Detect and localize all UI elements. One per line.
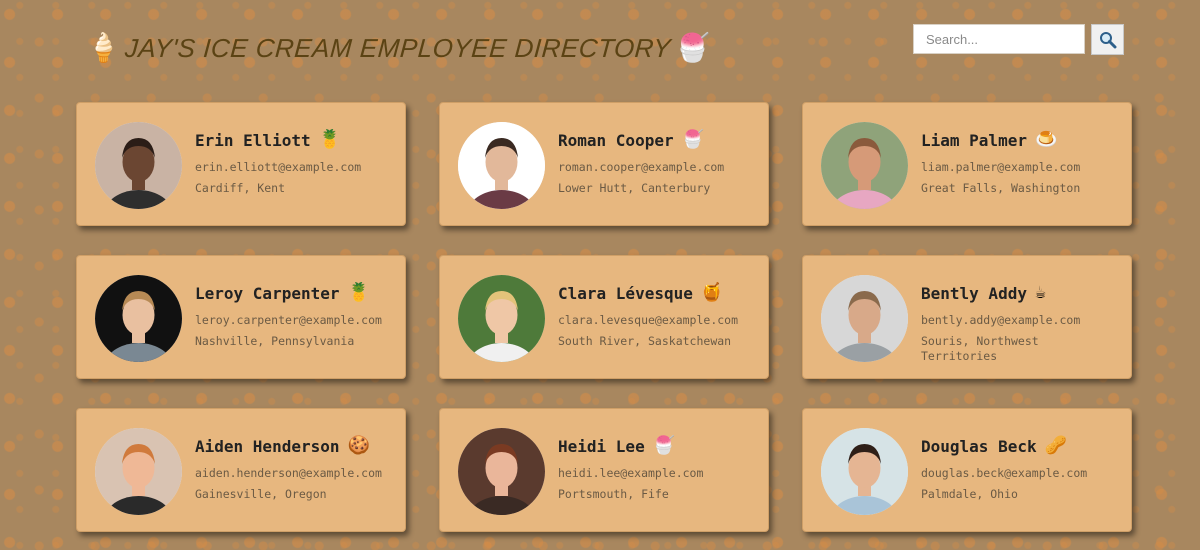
avatar (95, 275, 182, 362)
employee-name-row: Erin Elliott 🍍 (195, 126, 405, 154)
employee-name-row: Bently Addy ☕ (921, 279, 1131, 307)
employee-card[interactable]: Erin Elliott 🍍 erin.elliott@example.com Car… (76, 102, 406, 226)
search-button[interactable] (1091, 24, 1124, 55)
employee-info: Douglas Beck 🥜 douglas.beck@example.com Pal… (921, 432, 1131, 502)
shaved-ice-icon: 🍧 (675, 32, 711, 63)
avatar (458, 275, 545, 362)
employee-email[interactable]: douglas.beck@example.com (921, 466, 1131, 481)
employee-name: Bently Addy (921, 283, 1027, 303)
employee-name: Aiden Henderson (195, 436, 340, 456)
avatar (821, 275, 908, 362)
employee-email[interactable]: aiden.henderson@example.com (195, 466, 405, 481)
employee-name-row: Leroy Carpenter 🍍 (195, 279, 405, 307)
employee-location: Palmdale, Ohio (921, 487, 1018, 501)
employee-name: Heidi Lee (558, 436, 645, 456)
employee-card[interactable]: Heidi Lee 🍧 heidi.lee@example.com Portsmout… (439, 408, 769, 532)
employee-email[interactable]: heidi.lee@example.com (558, 466, 768, 481)
employee-card[interactable]: Douglas Beck 🥜 douglas.beck@example.com Pal… (802, 408, 1132, 532)
employee-name-row: Aiden Henderson 🍪 (195, 432, 405, 460)
employee-name: Leroy Carpenter (195, 283, 340, 303)
employee-name: Erin Elliott (195, 130, 311, 150)
employee-email[interactable]: roman.cooper@example.com (558, 160, 768, 175)
employee-location: Nashville, Pennsylvania (195, 334, 355, 348)
avatar (821, 428, 908, 515)
employee-location: Lower Hutt, Canterbury (558, 181, 711, 195)
employee-email[interactable]: erin.elliott@example.com (195, 160, 405, 175)
employee-email[interactable]: bently.addy@example.com (921, 313, 1131, 328)
avatar (458, 428, 545, 515)
search-bar (913, 24, 1124, 55)
employee-email[interactable]: liam.palmer@example.com (921, 160, 1131, 175)
employee-email[interactable]: leroy.carpenter@example.com (195, 313, 405, 328)
employee-info: Aiden Henderson 🍪 aiden.henderson@example.… (195, 432, 405, 502)
magnifying-glass-icon (1099, 31, 1116, 48)
employee-card[interactable]: Bently Addy ☕ bently.addy@example.com Souri… (802, 255, 1132, 379)
employee-info: Clara Lévesque 🍯 clara.levesque@example.co… (558, 279, 768, 349)
employee-info: Liam Palmer 🍮 liam.palmer@example.com Great… (921, 126, 1131, 196)
employee-card[interactable]: Clara Lévesque 🍯 clara.levesque@example.co… (439, 255, 769, 379)
employee-card[interactable]: Aiden Henderson 🍪 aiden.henderson@example.… (76, 408, 406, 532)
avatar (821, 122, 908, 209)
peanuts-icon: 🥜 (1044, 435, 1068, 456)
employee-card[interactable]: Liam Palmer 🍮 liam.palmer@example.com Great… (802, 102, 1132, 226)
search-input[interactable] (913, 24, 1085, 54)
page-header: 🍦 JAY'S ICE CREAM EMPLOYEE DIRECTORY 🍧 (0, 0, 1200, 95)
avatar (95, 428, 182, 515)
employee-location: Cardiff, Kent (195, 181, 286, 195)
employee-location: Gainesville, Oregon (195, 487, 327, 501)
employee-name: Clara Lévesque (558, 283, 693, 303)
employee-name-row: Clara Lévesque 🍯 (558, 279, 768, 307)
employee-location: South River, Saskatchewan (558, 334, 732, 348)
employee-name-row: Roman Cooper 🍧 (558, 126, 768, 154)
shaved-ice-icon: 🍧 (652, 435, 676, 456)
employee-info: Leroy Carpenter 🍍 leroy.carpenter@example.… (195, 279, 405, 349)
employee-location: Portsmouth, Fife (558, 487, 669, 501)
avatar (95, 122, 182, 209)
pineapple-icon: 🍍 (347, 282, 370, 303)
employee-location: Souris, Northwest Territories (921, 334, 1039, 363)
employee-info: Roman Cooper 🍧 roman.cooper@example.com Low… (558, 126, 768, 196)
custard-icon: 🍮 (1034, 129, 1058, 150)
avatar (458, 122, 545, 209)
employee-grid: Erin Elliott 🍍 erin.elliott@example.com Car… (76, 102, 1136, 532)
hot-beverage-icon: ☕ (1034, 282, 1046, 303)
employee-name: Liam Palmer (921, 130, 1027, 150)
page-title: 🍦 JAY'S ICE CREAM EMPLOYEE DIRECTORY 🍧 (86, 26, 711, 70)
pineapple-icon: 🍍 (318, 129, 342, 150)
cookie-icon: 🍪 (347, 435, 370, 456)
page-title-text: JAY'S ICE CREAM EMPLOYEE DIRECTORY (124, 32, 673, 63)
employee-name-row: Heidi Lee 🍧 (558, 432, 768, 460)
soft-serve-cone-icon: 🍦 (86, 32, 122, 63)
shaved-ice-icon: 🍧 (681, 129, 705, 150)
employee-name-row: Liam Palmer 🍮 (921, 126, 1131, 154)
employee-name: Douglas Beck (921, 436, 1037, 456)
employee-name: Roman Cooper (558, 130, 674, 150)
employee-location: Great Falls, Washington (921, 181, 1081, 195)
honey-pot-icon: 🍯 (700, 282, 724, 303)
employee-info: Bently Addy ☕ bently.addy@example.com Souri… (921, 279, 1131, 364)
employee-email[interactable]: clara.levesque@example.com (558, 313, 768, 328)
employee-name-row: Douglas Beck 🥜 (921, 432, 1131, 460)
employee-info: Heidi Lee 🍧 heidi.lee@example.com Portsmout… (558, 432, 768, 502)
employee-info: Erin Elliott 🍍 erin.elliott@example.com Car… (195, 126, 405, 196)
employee-card[interactable]: Roman Cooper 🍧 roman.cooper@example.com Low… (439, 102, 769, 226)
employee-card[interactable]: Leroy Carpenter 🍍 leroy.carpenter@example.… (76, 255, 406, 379)
